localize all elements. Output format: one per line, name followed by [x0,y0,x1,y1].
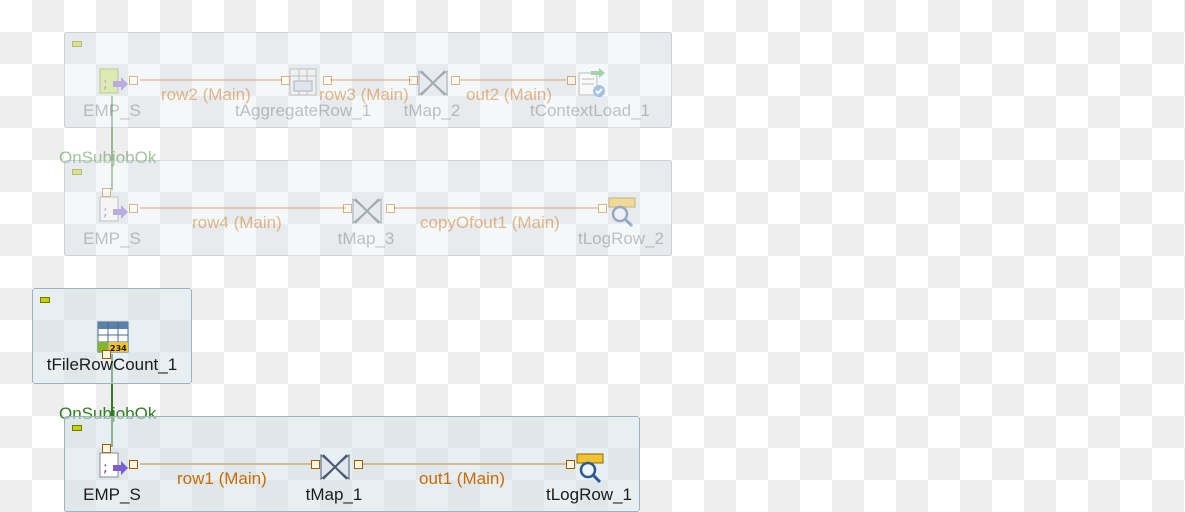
component-emp-s-2[interactable]: ; EMP_S [52,195,172,255]
link-label[interactable]: out2 (Main) [466,85,552,105]
tmap-icon [417,67,449,99]
svg-text:;: ; [103,204,108,220]
component-tmap-3[interactable]: tMap_3 [306,195,426,255]
trigger-port[interactable] [102,350,111,359]
subjob-1[interactable]: ; EMP_S tAggregateRow_1 tMap_2 tContextL… [64,32,672,128]
link-label[interactable]: row2 (Main) [161,85,251,105]
subjob-4[interactable]: ; EMP_S tMap_1 tLogRow_1 [64,416,640,512]
component-tlogrow-1[interactable]: tLogRow_1 [529,451,649,511]
component-emp-s-3[interactable]: ; EMP_S [52,451,172,511]
output-port[interactable] [354,460,363,469]
component-tfilerowcount-1[interactable]: 234 tFileRowCount_1 [47,321,177,381]
context-load-icon [575,67,607,99]
collapse-subjob-button[interactable] [72,169,82,175]
file-input-icon: ; [97,451,129,483]
component-tmap-1[interactable]: tMap_1 [274,451,394,511]
link-label[interactable]: copyOfout1 (Main) [420,213,560,233]
file-row-count-icon: 234 [97,321,129,353]
link-label[interactable]: row1 (Main) [177,469,267,489]
collapse-subjob-button[interactable] [72,41,82,47]
collapse-subjob-button[interactable] [40,297,50,303]
output-port[interactable] [129,460,138,469]
job-design-canvas[interactable]: ; EMP_S tAggregateRow_1 tMap_2 tContextL… [0,0,1185,512]
svg-text:;: ; [103,76,108,92]
component-label: tFileRowCount_1 [46,355,178,374]
component-label: tLogRow_1 [545,485,632,504]
link-label[interactable]: row3 (Main) [319,85,409,105]
svg-text:;: ; [103,460,108,476]
component-label: EMP_S [83,229,141,248]
subjob-3[interactable]: 234 tFileRowCount_1 [32,288,192,384]
output-port[interactable] [451,76,460,85]
output-port[interactable] [386,204,395,213]
output-port[interactable] [323,76,332,85]
tmap-icon [319,451,351,483]
svg-text:234: 234 [110,344,127,353]
component-tlogrow-2[interactable]: tLogRow_2 [561,195,681,255]
file-input-icon: ; [97,195,129,227]
component-emp-s-1[interactable]: ; EMP_S [52,67,172,127]
link-label[interactable]: row4 (Main) [192,213,282,233]
log-row-icon [606,195,638,228]
tmap-icon [351,195,383,227]
file-input-icon: ; [97,67,129,99]
output-port[interactable] [129,76,138,85]
subjob-2[interactable]: ; EMP_S tMap_3 tLogRow_2 [64,160,672,256]
link-label[interactable]: out1 (Main) [419,469,505,489]
collapse-subjob-button[interactable] [72,425,82,431]
output-port[interactable] [129,204,138,213]
log-row-icon [574,451,606,484]
aggregate-icon [288,67,320,99]
